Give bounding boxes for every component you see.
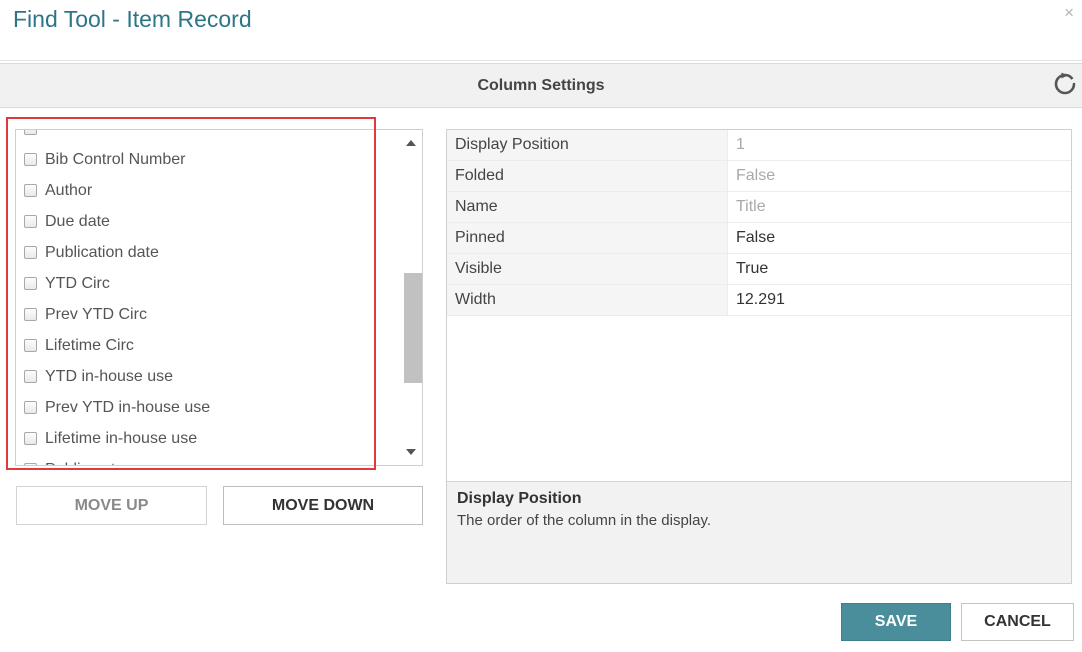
column-list-item[interactable]: Public notes (24, 454, 132, 466)
list-scrollbar[interactable] (401, 130, 422, 465)
settings-bar: Column Settings (0, 63, 1082, 108)
column-checkbox[interactable] (24, 401, 37, 414)
column-list-item-label: Bib Control Number (45, 150, 186, 168)
title-divider (0, 60, 1082, 61)
column-list-item[interactable]: Bib Control Number (24, 144, 186, 175)
column-list-item-label: Lifetime in-house use (45, 429, 198, 447)
description-text: The order of the column in the display. (457, 512, 712, 529)
property-value: 1 (736, 136, 745, 153)
close-icon[interactable]: × (1064, 4, 1074, 21)
property-label: Display Position (447, 130, 728, 160)
property-row[interactable]: Name Title (447, 192, 1071, 223)
column-list-item-label: YTD in-house use (45, 367, 174, 385)
property-label: Folded (447, 161, 728, 191)
column-checkbox[interactable] (24, 277, 37, 290)
property-row[interactable]: Folded False (447, 161, 1071, 192)
save-button[interactable]: SAVE (841, 603, 951, 641)
column-checkbox[interactable] (24, 246, 37, 259)
column-checkbox[interactable] (24, 463, 37, 465)
property-value: False (736, 167, 776, 184)
column-list-item[interactable]: Lifetime Circ (24, 330, 134, 361)
property-label: Name (447, 192, 728, 222)
property-value: Title (736, 198, 766, 215)
settings-title: Column Settings (477, 77, 605, 94)
column-list-item-label: Author (45, 181, 93, 199)
property-row[interactable]: Display Position 1 (447, 130, 1071, 161)
property-value[interactable]: 12.291 (736, 285, 785, 315)
column-checkbox[interactable] (24, 308, 37, 321)
column-list-item[interactable]: Due date (24, 206, 110, 237)
column-list-item-label: Public notes (45, 461, 132, 466)
column-list-item-label: Publication date (45, 243, 159, 261)
property-description: Display Position The order of the column… (447, 481, 1071, 583)
column-list-item[interactable]: Publication date (24, 237, 159, 268)
scroll-up-arrow-icon[interactable] (406, 140, 416, 146)
dialog-title: Find Tool - Item Record (13, 6, 252, 32)
refresh-icon[interactable] (1053, 72, 1077, 96)
column-checkbox[interactable] (24, 153, 37, 166)
property-label: Visible (447, 254, 728, 284)
column-checkbox[interactable] (24, 432, 37, 445)
property-row[interactable]: Width 12.291 (447, 285, 1071, 316)
property-value[interactable]: False (736, 223, 775, 253)
column-checkbox[interactable] (24, 130, 37, 135)
column-list-item[interactable]: YTD Circ (24, 268, 110, 299)
property-row[interactable]: Pinned False (447, 223, 1071, 254)
column-list-item[interactable] (24, 130, 45, 144)
property-label: Pinned (447, 223, 728, 253)
properties-panel: Display Position 1 Folded False Name Title Pin… (446, 129, 1072, 584)
column-list-item-label: Lifetime Circ (45, 336, 134, 354)
scroll-down-arrow-icon[interactable] (406, 449, 416, 455)
column-list-item[interactable]: Prev YTD in-house use (24, 392, 210, 423)
column-checkbox[interactable] (24, 370, 37, 383)
move-down-button[interactable]: MOVE DOWN (223, 486, 423, 525)
column-checkbox[interactable] (24, 339, 37, 352)
column-checkbox[interactable] (24, 215, 37, 228)
move-up-button[interactable]: MOVE UP (16, 486, 207, 525)
column-list: Bib Control Number Author Due date Publicat… (15, 129, 423, 466)
scroll-thumb[interactable] (404, 273, 422, 383)
column-checkbox[interactable] (24, 184, 37, 197)
column-list-item[interactable]: Lifetime in-house use (24, 423, 197, 454)
column-list-item-label: YTD Circ (45, 274, 110, 292)
column-list-item-label: Prev YTD Circ (45, 305, 147, 323)
column-list-item-label: Prev YTD in-house use (45, 398, 211, 416)
column-list-item[interactable]: Prev YTD Circ (24, 299, 147, 330)
description-title: Display Position (457, 490, 582, 507)
column-list-items: Bib Control Number Author Due date Publicat… (16, 130, 401, 465)
column-list-item-label: Due date (45, 212, 110, 230)
property-row[interactable]: Visible True (447, 254, 1071, 285)
column-list-item[interactable]: Author (24, 175, 92, 206)
property-label: Width (447, 285, 728, 315)
column-list-item[interactable]: YTD in-house use (24, 361, 173, 392)
cancel-button[interactable]: CANCEL (961, 603, 1074, 641)
property-value[interactable]: True (736, 254, 768, 284)
